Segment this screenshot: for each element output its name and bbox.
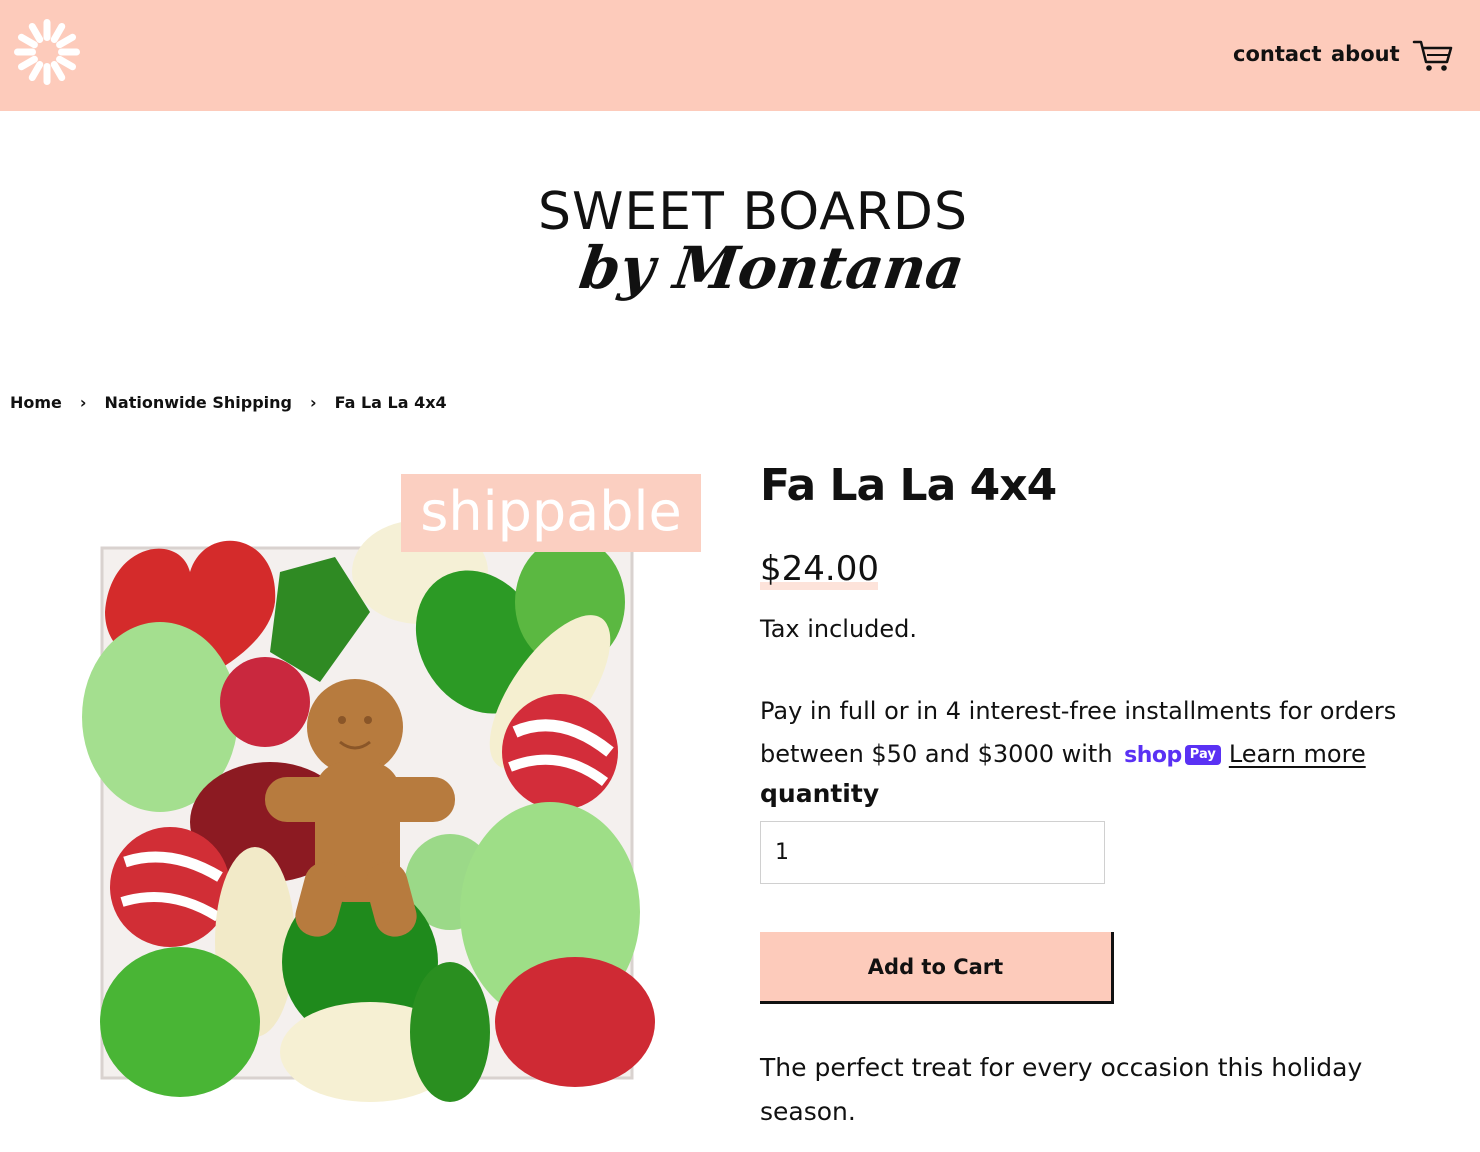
brand-logo-line2: by Montana — [575, 234, 969, 302]
quantity-input[interactable] — [760, 821, 1105, 884]
product-title: Fa La La 4x4 — [760, 460, 1057, 511]
learn-more-link[interactable]: Learn more — [1229, 740, 1366, 768]
product-description: The perfect treat for every occasion thi… — [760, 1053, 1363, 1126]
breadcrumb-separator: › — [79, 393, 87, 412]
brand-logo[interactable]: SWEET BOARDS by Montana — [480, 182, 1000, 322]
shippable-badge: shippable — [420, 480, 682, 543]
add-to-cart-button[interactable]: Add to Cart — [760, 932, 1114, 1004]
breadcrumb: Home › Nationwide Shipping › Fa La La 4x4 — [10, 393, 447, 412]
breadcrumb-nationwide-shipping[interactable]: Nationwide Shipping — [105, 393, 292, 412]
site-header: contact about — [0, 0, 1480, 111]
nav-link-about[interactable]: about — [1331, 42, 1400, 66]
shop-pay-badge: Pay — [1184, 745, 1221, 765]
shop-pay-word: shop — [1124, 742, 1182, 768]
starburst-petal — [14, 48, 36, 56]
product-image[interactable]: shippable — [70, 462, 710, 1142]
quantity-label: quantity — [760, 779, 880, 808]
nav-link-contact[interactable]: contact — [1233, 42, 1322, 66]
installments-message: Pay in full or in 4 interest-free instal… — [760, 690, 1450, 777]
product-price: $24.00 — [760, 549, 879, 589]
starburst-petal — [43, 63, 51, 85]
starburst-petal — [58, 48, 80, 56]
cart-icon[interactable] — [1412, 38, 1454, 74]
starburst-petal — [43, 19, 51, 41]
starburst-logo-icon[interactable] — [12, 17, 82, 87]
shop-pay-logo: shop Pay — [1124, 734, 1221, 777]
breadcrumb-home[interactable]: Home — [10, 393, 62, 412]
brand-logo-line1: SWEET BOARDS — [538, 182, 968, 242]
breadcrumb-separator: › — [309, 393, 317, 412]
breadcrumb-current: Fa La La 4x4 — [334, 393, 447, 412]
tax-note: Tax included. — [760, 615, 918, 643]
